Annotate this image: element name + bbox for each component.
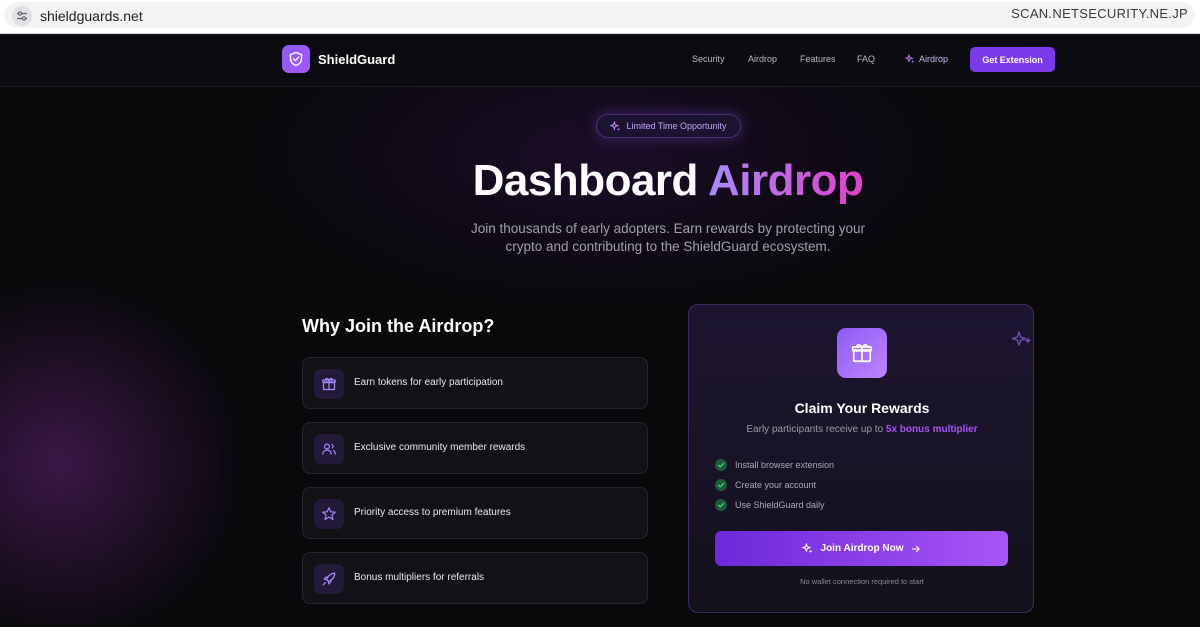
card-subtitle: Early participants receive up to 5x bonu… — [689, 424, 1035, 435]
feature-label: Priority access to premium features — [354, 507, 511, 518]
browser-toolbar: shieldguards.net SCAN.NETSECURITY.NE.JP — [0, 0, 1200, 34]
no-wallet-note: No wallet connection required to start — [800, 577, 924, 586]
feature-item-earn-tokens: Earn tokens for early participation — [302, 357, 648, 409]
hero-subtitle-line1: Join thousands of early adopters. Earn r… — [471, 221, 865, 236]
shield-logo-icon[interactable] — [282, 45, 310, 73]
gift-icon — [314, 369, 344, 399]
brand-name[interactable]: ShieldGuard — [318, 52, 395, 67]
hero-subtitle-line2: crypto and contributing to the ShieldGua… — [505, 239, 831, 254]
checklist-label: Use ShieldGuard daily — [735, 500, 825, 510]
nav-link-features[interactable]: Features — [800, 54, 836, 64]
feature-label: Exclusive community member rewards — [354, 442, 526, 453]
limited-time-badge: Limited Time Opportunity — [596, 114, 741, 138]
badge-label: Limited Time Opportunity — [626, 121, 727, 131]
check-circle-icon — [715, 459, 727, 471]
nav-link-security[interactable]: Security — [692, 54, 725, 64]
url-text[interactable]: shieldguards.net — [40, 8, 143, 24]
feature-label: Earn tokens for early participation — [354, 377, 503, 388]
hero-subtitle: Join thousands of early adopters. Earn r… — [440, 220, 896, 256]
page: ShieldGuard Security Airdrop Features FA… — [0, 34, 1200, 627]
page-title: Dashboard Airdrop — [0, 156, 1200, 206]
checklist-item: Create your account — [715, 479, 816, 491]
join-airdrop-button[interactable]: Join Airdrop Now — [715, 531, 1008, 566]
users-icon — [314, 434, 344, 464]
title-word-dashboard: Dashboard — [472, 156, 699, 205]
top-nav: ShieldGuard Security Airdrop Features FA… — [0, 34, 1200, 87]
get-extension-button[interactable]: Get Extension — [970, 47, 1055, 72]
gift-icon — [837, 328, 887, 378]
sparkles-icon — [610, 120, 621, 131]
why-join-heading: Why Join the Airdrop? — [302, 316, 495, 336]
check-circle-icon — [715, 499, 727, 511]
feature-label: Bonus multipliers for referrals — [354, 572, 485, 583]
title-word-airdrop: Airdrop — [708, 156, 864, 205]
card-title: Claim Your Rewards — [794, 400, 930, 416]
rocket-icon — [314, 564, 344, 594]
nav-airdrop-highlight[interactable]: Airdrop — [905, 54, 948, 64]
bonus-multiplier-highlight: 5x bonus multiplier — [885, 424, 978, 435]
checklist-item: Use ShieldGuard daily — [715, 499, 825, 511]
arrow-right-icon — [912, 545, 921, 552]
nav-link-faq[interactable]: FAQ — [857, 54, 875, 64]
nav-airdrop-label: Airdrop — [919, 54, 949, 64]
card-subtitle-prefix: Early participants receive up to — [746, 424, 884, 435]
sparkles-icon — [905, 54, 915, 64]
feature-item-referral-bonus: Bonus multipliers for referrals — [302, 552, 648, 604]
feature-item-community-rewards: Exclusive community member rewards — [302, 422, 648, 474]
watermark: SCAN.NETSECURITY.NE.JP — [1011, 6, 1188, 21]
claim-rewards-card: Claim Your Rewards Early participants re… — [688, 304, 1034, 613]
checklist-label: Install browser extension — [735, 460, 835, 470]
sparkles-icon — [1011, 329, 1035, 354]
nav-link-airdrop[interactable]: Airdrop — [748, 54, 777, 64]
join-airdrop-label: Join Airdrop Now — [820, 543, 904, 554]
check-circle-icon — [715, 479, 727, 491]
site-settings-icon[interactable] — [12, 6, 32, 26]
checklist-label: Create your account — [735, 480, 817, 490]
star-icon — [314, 499, 344, 529]
checklist-item: Install browser extension — [715, 459, 834, 471]
sparkles-icon — [801, 543, 812, 554]
feature-item-priority-access: Priority access to premium features — [302, 487, 648, 539]
